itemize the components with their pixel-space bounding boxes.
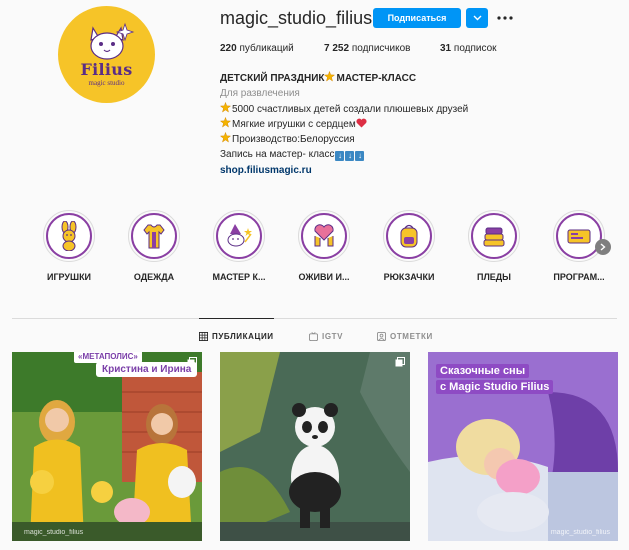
sparkle-star-icon xyxy=(220,132,231,143)
highlight-label: ПРОГРАМ... xyxy=(553,272,605,282)
bio-line-2-text: Мягкие игрушки с сердцем xyxy=(232,118,356,130)
profile-bio: ДЕТСКИЙ ПРАЗДНИК МАСТЕР-КЛАСС Для развлеч… xyxy=(220,71,468,178)
bio-website-link[interactable]: shop.filiusmagic.ru xyxy=(220,163,468,178)
bio-category: Для развлечения xyxy=(220,88,300,100)
post-image-studio-hosts xyxy=(12,352,202,541)
shirt-icon xyxy=(143,224,165,249)
highlight-label: ОЖИВИ И... xyxy=(298,272,350,282)
highlight-ring xyxy=(298,210,350,262)
bio-line-3-text: Производство:Белоруссия xyxy=(232,134,355,146)
grid-icon xyxy=(199,332,208,341)
follow-button[interactable]: Подписаться xyxy=(373,8,461,28)
post-watermark: magic_studio_filius xyxy=(550,529,610,536)
highlight-item[interactable]: РЮКЗАЧКИ xyxy=(369,210,449,282)
highlight-label: МАСТЕР К... xyxy=(212,272,266,282)
highlight-item[interactable]: ОЖИВИ И... xyxy=(284,210,364,282)
highlight-ring xyxy=(128,210,180,262)
highlight-ring xyxy=(213,210,265,262)
followers-count: 7 252 xyxy=(324,43,350,54)
carousel-icon xyxy=(395,357,405,367)
post-caption: Сказочные сны с Magic Studio Filius xyxy=(436,364,554,396)
highlight-item[interactable]: ИГРУШКИ xyxy=(29,210,109,282)
followers-label: подписчиков xyxy=(351,43,411,54)
posts-count-stat: 220 публикаций xyxy=(220,43,294,54)
highlight-ring xyxy=(553,210,605,262)
red-heart-icon xyxy=(356,118,367,128)
tab-tagged-label: ОТМЕТКИ xyxy=(390,331,433,341)
bunny-toy-icon xyxy=(61,221,77,251)
posts-label: публикаций xyxy=(239,43,294,54)
following-stat[interactable]: 31 подписок xyxy=(440,43,497,54)
highlight-ring xyxy=(383,210,435,262)
chevron-right-icon xyxy=(600,243,606,251)
highlights-next-button[interactable] xyxy=(595,239,611,255)
heart-hands-icon xyxy=(314,224,334,247)
post-thumbnail[interactable] xyxy=(220,352,410,541)
post-caption-line-1: Сказочные сны xyxy=(436,364,530,378)
following-count: 31 xyxy=(440,43,452,54)
post-caption-line-2: с Magic Studio Filius xyxy=(436,380,554,394)
suggested-dropdown-button[interactable] xyxy=(466,8,488,28)
tab-posts-label: ПУБЛИКАЦИИ xyxy=(212,332,274,341)
ticket-icon xyxy=(567,229,591,244)
highlight-item[interactable]: ПЛЕДЫ xyxy=(454,210,534,282)
following-label: подписок xyxy=(453,43,497,54)
post-banner-text: Кристина и Ирина xyxy=(96,362,198,377)
highlight-item[interactable]: ОДЕЖДА xyxy=(114,210,194,282)
avatar-brand-name: Filius xyxy=(80,60,133,79)
blanket-stack-icon xyxy=(483,227,505,247)
profile-username: magic_studio_filius xyxy=(220,8,373,28)
avatar-brand-subtitle: magic studio xyxy=(88,79,125,87)
highlight-label: ОДЕЖДА xyxy=(133,272,175,282)
bio-line-2: Мягкие игрушки с сердцем xyxy=(220,116,468,132)
bio-title-line: ДЕТСКИЙ ПРАЗДНИК МАСТЕР-КЛАСС xyxy=(220,71,468,86)
highlight-ring xyxy=(468,210,520,262)
sparkle-star-icon xyxy=(220,101,231,113)
tab-tagged[interactable]: ОТМЕТКИ xyxy=(377,318,433,354)
chevron-down-icon xyxy=(473,15,481,21)
post-watermark: magic_studio_filius xyxy=(24,529,84,536)
tab-igtv[interactable]: IGTV xyxy=(309,318,343,354)
sparkle-star-icon xyxy=(324,71,336,82)
carousel-icon xyxy=(187,357,197,367)
igtv-icon xyxy=(309,331,318,341)
posts-count: 220 xyxy=(220,43,237,54)
down-arrow-emoji-icon: ↓ xyxy=(345,151,355,162)
down-arrow-emoji-icon: ↓ xyxy=(355,151,365,162)
bio-line-3: Производство:Белоруссия xyxy=(220,132,468,147)
tab-igtv-label: IGTV xyxy=(322,331,344,341)
sparkle-star-icon xyxy=(220,116,231,128)
more-options-button[interactable] xyxy=(494,8,516,28)
bio-line-1: 5000 счастливых детей создали плюшевых д… xyxy=(220,101,469,117)
profile-avatar[interactable]: Filius magic studio xyxy=(58,6,155,103)
tab-posts[interactable]: ПУБЛИКАЦИИ xyxy=(199,318,274,354)
bio-title: ДЕТСКИЙ ПРАЗДНИК xyxy=(220,73,325,84)
tag-user-icon xyxy=(377,331,386,341)
ellipsis-icon xyxy=(497,16,513,20)
highlight-ring xyxy=(43,210,95,262)
post-thumbnail[interactable]: «МЕТАПОЛИС» Кристина и Ирина magic_studi… xyxy=(12,352,202,541)
bio-line-4-text: Запись на мастер- класс xyxy=(220,149,335,161)
highlight-label: РЮКЗАЧКИ xyxy=(383,272,435,282)
highlight-label: ИГРУШКИ xyxy=(46,272,92,282)
cat-mascot-icon xyxy=(89,22,134,60)
backpack-icon xyxy=(400,224,418,248)
down-arrow-emoji-icon: ↓ xyxy=(335,151,345,162)
highlight-item[interactable]: МАСТЕР К... xyxy=(199,210,279,282)
bio-line-1-text: 5000 счастливых детей создали плюшевых д… xyxy=(232,103,469,115)
bio-title-suffix: МАСТЕР-КЛАСС xyxy=(336,73,417,84)
wizard-cat-icon xyxy=(227,224,252,247)
post-thumbnail[interactable]: Сказочные сны с Magic Studio Filius magi… xyxy=(428,352,618,541)
highlight-label: ПЛЕДЫ xyxy=(476,272,511,282)
followers-stat[interactable]: 7 252 подписчиков xyxy=(324,43,410,54)
bio-line-4: Запись на мастер- класс ↓ ↓ ↓ xyxy=(220,147,468,162)
post-image-panda-toy xyxy=(220,352,410,541)
